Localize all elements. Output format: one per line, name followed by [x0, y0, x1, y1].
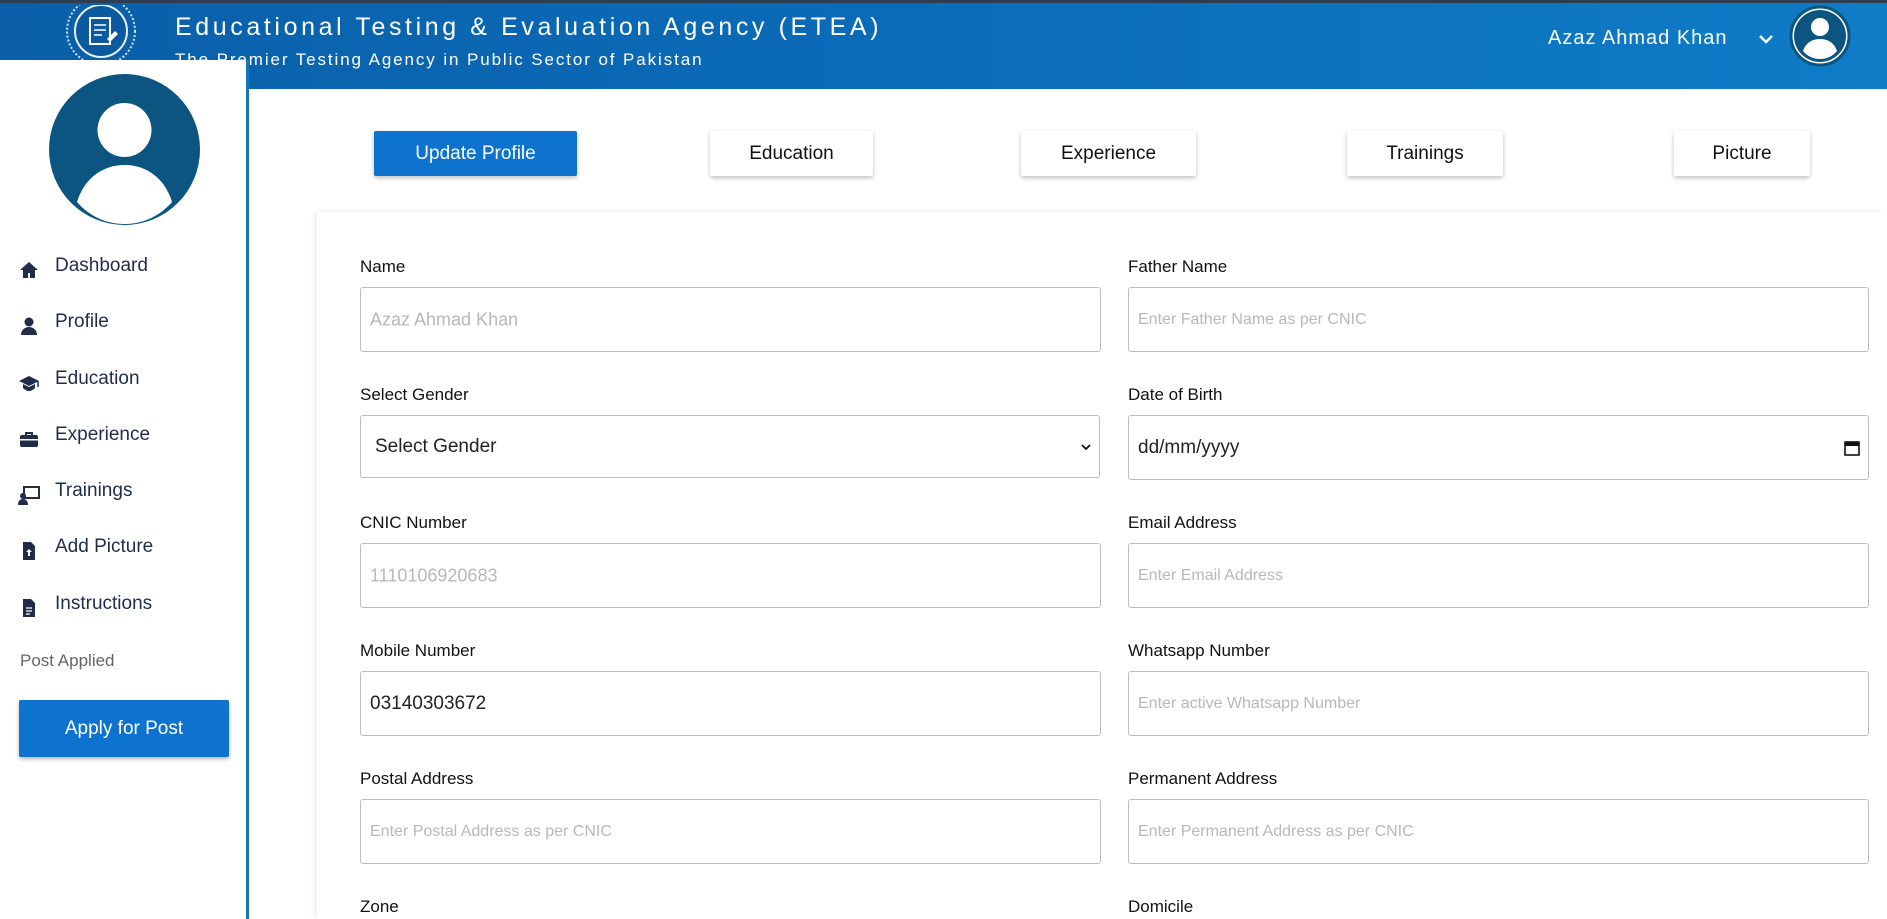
sidebar-item-experience[interactable]: Experience [0, 416, 246, 460]
sidebar-item-dashboard[interactable]: Dashboard [0, 247, 246, 291]
sidebar-item-instructions[interactable]: Instructions [0, 585, 246, 629]
postal-address-placeholder: Enter Postal Address as per CNIC [370, 822, 612, 840]
sidebar-item-label: Dashboard [55, 255, 148, 276]
agency-subtitle: The Premier Testing Agency in Public Sec… [175, 50, 704, 69]
top-header: Educational Testing & Evaluation Agency … [0, 0, 1887, 89]
dob-value: dd/mm/yyyy [1138, 436, 1240, 458]
sidebar-item-label: Trainings [55, 480, 133, 501]
calendar-icon[interactable] [1844, 440, 1860, 456]
name-label: Name [360, 257, 406, 276]
file-text-icon [23, 599, 35, 617]
mobile-label: Mobile Number [360, 641, 476, 660]
sidebar-item-label: Instructions [55, 593, 153, 614]
whatsapp-field[interactable]: Enter active Whatsapp Number [1128, 671, 1869, 736]
dob-label: Date of Birth [1128, 385, 1223, 404]
tab-picture[interactable]: Picture [1674, 131, 1810, 176]
cnic-label: CNIC Number [360, 513, 467, 532]
sidebar-item-label: Add Picture [55, 536, 154, 557]
permanent-address-placeholder: Enter Permanent Address as per CNIC [1138, 822, 1414, 840]
permanent-address-label: Permanent Address [1128, 769, 1278, 788]
chevron-down-icon[interactable] [1756, 29, 1776, 49]
sidebar: Dashboard Profile Education Experience T… [0, 60, 249, 919]
permanent-address-field[interactable]: Enter Permanent Address as per CNIC [1128, 799, 1869, 864]
chalkboard-teacher-icon [18, 486, 40, 505]
tab-trainings[interactable]: Trainings [1347, 131, 1503, 176]
sidebar-item-label: Education [55, 368, 140, 389]
file-upload-icon [23, 542, 35, 560]
domicile-label: Domicile [1128, 897, 1194, 916]
profile-avatar-icon [49, 74, 200, 225]
sidebar-item-add-picture[interactable]: Add Picture [0, 528, 246, 572]
home-icon [20, 262, 38, 278]
postal-address-label: Postal Address [360, 769, 474, 788]
whatsapp-label: Whatsapp Number [1128, 641, 1270, 660]
agency-title: Educational Testing & Evaluation Agency … [175, 13, 883, 41]
user-icon [21, 317, 37, 335]
postal-address-field[interactable]: Enter Postal Address as per CNIC [360, 799, 1101, 864]
user-menu-name[interactable]: Azaz Ahmad Khan [1548, 27, 1728, 50]
tab-update-profile[interactable]: Update Profile [374, 131, 577, 176]
name-placeholder: Azaz Ahmad Khan [370, 309, 519, 329]
dob-field[interactable]: dd/mm/yyyy [1128, 415, 1869, 480]
zone-label: Zone [360, 897, 399, 916]
tab-education[interactable]: Education [710, 131, 873, 176]
tab-experience[interactable]: Experience [1021, 131, 1196, 176]
graduation-cap-icon [19, 376, 39, 391]
sidebar-item-profile[interactable]: Profile [0, 303, 246, 347]
cnic-field[interactable]: 1110106920683 [360, 543, 1101, 608]
sidebar-item-education[interactable]: Education [0, 360, 246, 404]
father-name-placeholder: Enter Father Name as per CNIC [1138, 310, 1367, 328]
father-name-label: Father Name [1128, 257, 1228, 276]
sidebar-item-label: Experience [55, 424, 151, 445]
gender-select[interactable]: Select Gender [360, 415, 1100, 478]
gender-selected-value: Select Gender [375, 435, 497, 457]
sidebar-item-label: Profile [55, 311, 109, 332]
cnic-placeholder: 1110106920683 [370, 565, 498, 585]
email-field[interactable]: Enter Email Address [1128, 543, 1869, 608]
mobile-value: 03140303672 [370, 692, 487, 714]
gender-label: Select Gender [360, 385, 469, 404]
user-avatar-icon[interactable] [1789, 5, 1851, 67]
email-placeholder: Enter Email Address [1138, 566, 1283, 584]
name-field[interactable]: Azaz Ahmad Khan [360, 287, 1101, 352]
apply-for-post-button[interactable]: Apply for Post [19, 700, 229, 757]
briefcase-icon [20, 432, 38, 447]
email-label: Email Address [1128, 513, 1237, 532]
mobile-field[interactable]: 03140303672 [360, 671, 1101, 736]
chevron-down-icon [1081, 443, 1091, 450]
whatsapp-placeholder: Enter active Whatsapp Number [1138, 694, 1361, 712]
post-applied-label: Post Applied [20, 651, 115, 670]
sidebar-item-trainings[interactable]: Trainings [0, 472, 246, 516]
etea-logo-icon [66, 5, 136, 63]
father-name-field[interactable]: Enter Father Name as per CNIC [1128, 287, 1869, 352]
